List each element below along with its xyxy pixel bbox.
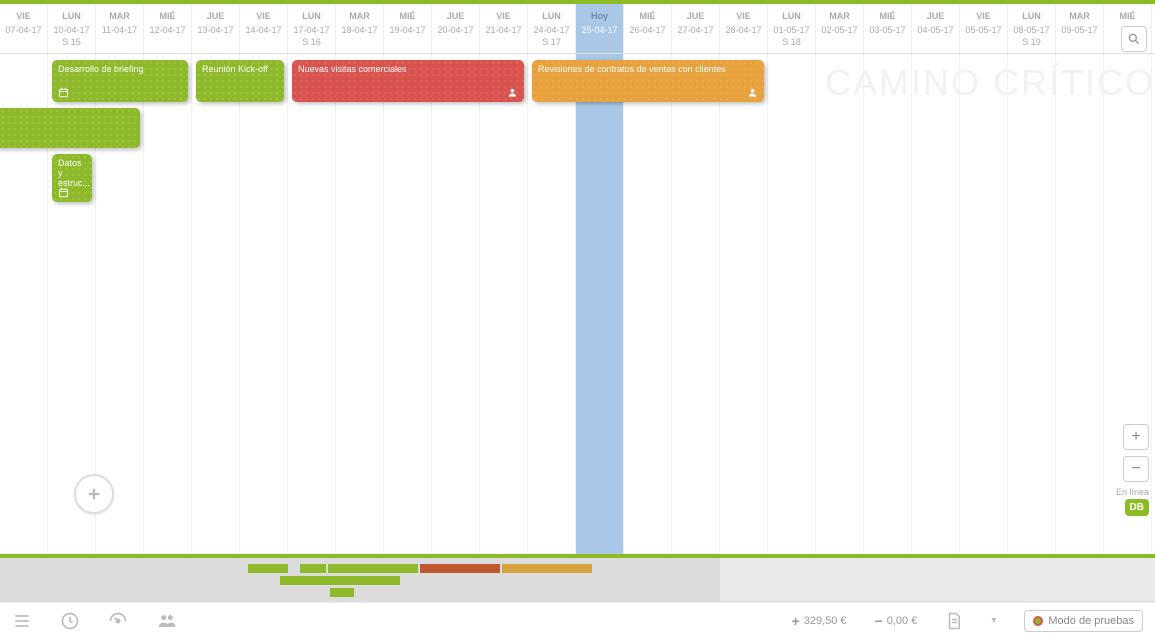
team-icon[interactable] — [156, 611, 178, 631]
expense-amount: −0,00 € — [875, 613, 918, 629]
day-column[interactable]: LUN01-05-17S 18 — [768, 4, 816, 53]
timeline[interactable]: Desarrollo de briefingReunión Kick-offNu… — [0, 54, 1155, 554]
day-column[interactable]: MAR11-04-17 — [96, 4, 144, 53]
add-task-button[interactable] — [74, 474, 114, 514]
task-card[interactable]: Revisiones de contratos de ventas con cl… — [532, 60, 764, 102]
task-card[interactable]: Desarrollo de briefing — [52, 60, 188, 102]
clock-icon[interactable] — [60, 611, 80, 631]
dashboard-icon[interactable] — [108, 611, 128, 631]
day-column[interactable]: LUN17-04-17S 16 — [288, 4, 336, 53]
calendar-icon — [58, 187, 69, 198]
document-icon[interactable] — [945, 611, 963, 631]
day-column[interactable]: MIÉ19-04-17 — [384, 4, 432, 53]
day-column[interactable]: MAR09-05-17 — [1056, 4, 1104, 53]
task-card[interactable]: Reunión Kick-off — [196, 60, 284, 102]
mode-indicator-icon — [1033, 616, 1043, 626]
user-badge[interactable]: DB — [1125, 499, 1149, 516]
list-icon[interactable] — [12, 611, 32, 631]
day-column[interactable]: LUN08-05-17S 19 — [1008, 4, 1056, 53]
user-icon — [747, 87, 758, 98]
day-column[interactable]: JUE27-04-17 — [672, 4, 720, 53]
task-card[interactable] — [0, 108, 140, 148]
income-amount: +329,50 € — [792, 613, 847, 629]
calendar-header: VIE07-04-17LUN10-04-17S 15MAR11-04-17MIÉ… — [0, 4, 1155, 54]
task-card[interactable]: Nuevas visitas comerciales — [292, 60, 524, 102]
day-column[interactable]: LUN24-04-17S 17 — [528, 4, 576, 53]
footer-toolbar: +329,50 € −0,00 € ▾ Modo de pruebas — [0, 602, 1155, 638]
day-column[interactable]: VIE21-04-17 — [480, 4, 528, 53]
day-column[interactable]: MIÉ03-05-17 — [864, 4, 912, 53]
day-column[interactable]: JUE20-04-17 — [432, 4, 480, 53]
mode-label: Modo de pruebas — [1048, 615, 1134, 627]
day-column[interactable]: VIE28-04-17 — [720, 4, 768, 53]
user-icon — [507, 87, 518, 98]
day-column[interactable]: MAR18-04-17 — [336, 4, 384, 53]
day-column[interactable]: LUN10-04-17S 15 — [48, 4, 96, 53]
day-column[interactable]: MAR02-05-17 — [816, 4, 864, 53]
calendar-icon — [58, 87, 69, 98]
day-column[interactable]: MIÉ12-04-17 — [144, 4, 192, 53]
online-status: En línea — [1116, 487, 1149, 497]
day-column[interactable]: VIE05-05-17 — [960, 4, 1008, 53]
day-column[interactable]: JUE04-05-17 — [912, 4, 960, 53]
day-column[interactable]: JUE13-04-17 — [192, 4, 240, 53]
task-card[interactable]: Datos y estruc... — [52, 154, 92, 202]
search-button[interactable] — [1121, 26, 1147, 52]
test-mode-badge[interactable]: Modo de pruebas — [1024, 610, 1143, 632]
day-column[interactable]: VIE07-04-17 — [0, 4, 48, 53]
day-column[interactable]: VIE14-04-17 — [240, 4, 288, 53]
overview-strip[interactable] — [0, 558, 1155, 602]
zoom-out-button[interactable]: − — [1123, 456, 1149, 482]
day-column[interactable]: Hoy25-04-17 — [576, 4, 624, 53]
zoom-in-button[interactable]: + — [1123, 424, 1149, 450]
dropdown-caret-icon[interactable]: ▾ — [991, 615, 996, 626]
day-column[interactable]: MIÉ26-04-17 — [624, 4, 672, 53]
